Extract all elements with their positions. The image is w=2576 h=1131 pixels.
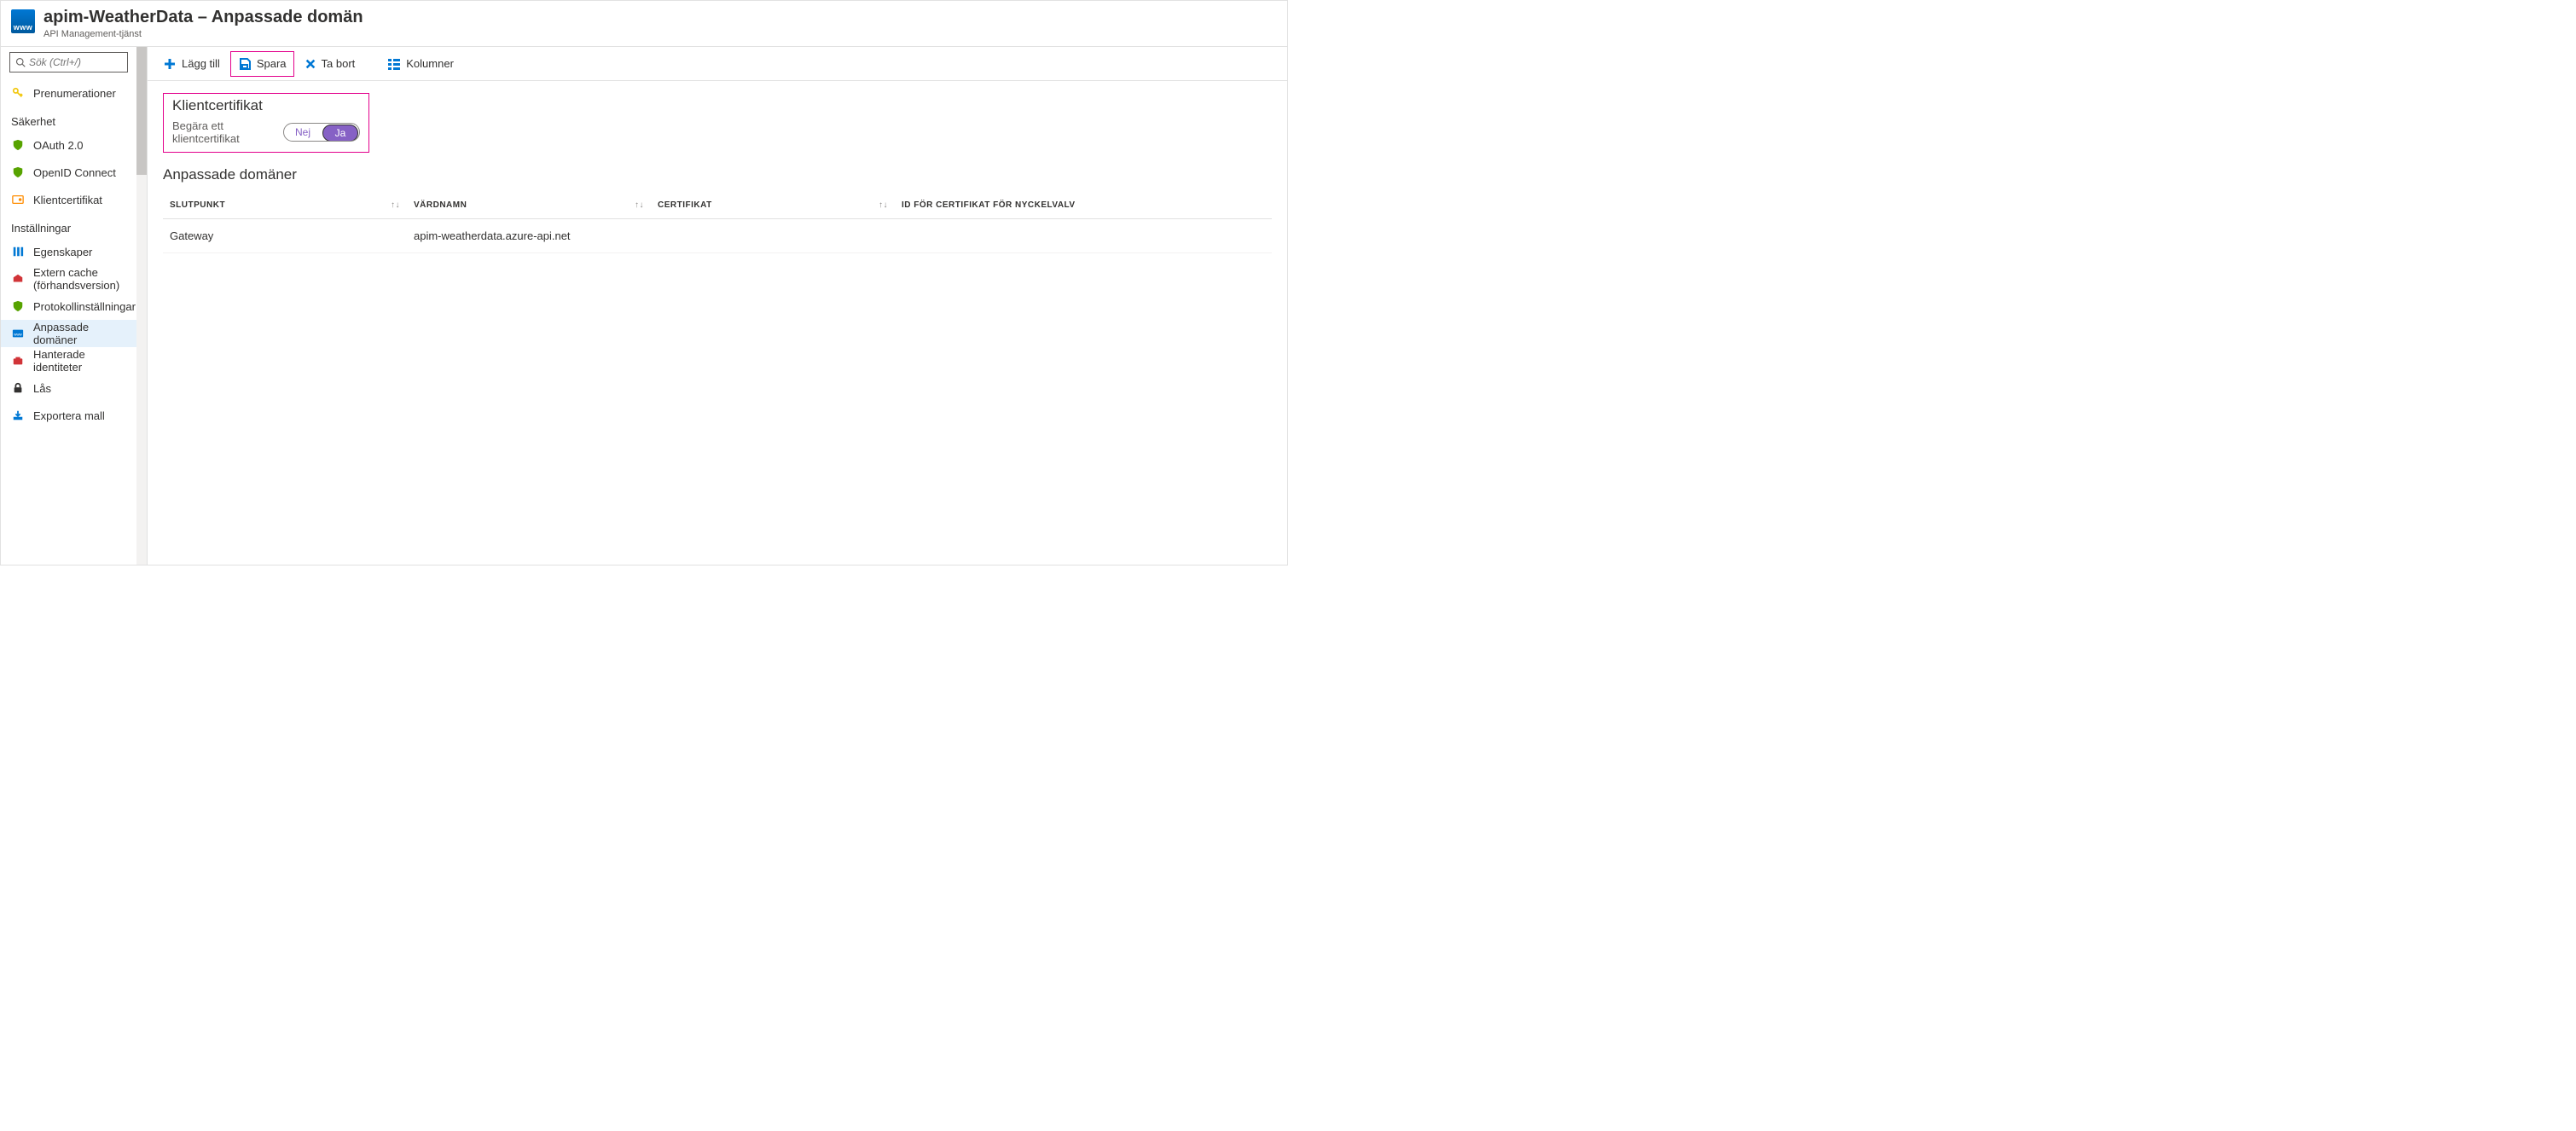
- sidebar-group-settings: Inställningar: [1, 213, 136, 238]
- delete-icon: [305, 58, 316, 70]
- client-cert-toggle[interactable]: Nej Ja: [283, 123, 360, 142]
- columns-button[interactable]: Kolumner: [380, 51, 461, 77]
- sidebar-item-label: Protokollinställningar: [33, 300, 136, 313]
- sidebar-item-locks[interactable]: Lås: [1, 374, 136, 402]
- sidebar-scrollbar[interactable]: [136, 47, 147, 565]
- shield-icon: [11, 299, 25, 313]
- sidebar-item-managed-identities[interactable]: Hanterade identiteter: [1, 347, 136, 374]
- cell-endpoint: Gateway: [163, 219, 407, 253]
- toolbar: Lägg till Spara Ta bort Kolumner: [148, 47, 1287, 81]
- client-cert-title: Klientcertifikat: [172, 97, 360, 114]
- sidebar-item-oauth[interactable]: OAuth 2.0: [1, 131, 136, 159]
- sidebar-item-client-certs[interactable]: Klientcertifikat: [1, 186, 136, 213]
- toggle-option-yes[interactable]: Ja: [322, 125, 358, 142]
- sidebar-item-subscriptions[interactable]: Prenumerationer: [1, 79, 136, 107]
- cell-hostname: apim-weatherdata.azure-api.net: [407, 219, 651, 253]
- page-subtitle: API Management-tjänst: [44, 29, 363, 39]
- sidebar-item-label: Anpassade domäner: [33, 321, 126, 346]
- sidebar-item-external-cache[interactable]: Extern cache (förhandsversion): [1, 265, 136, 293]
- sidebar: « Prenumerationer Säkerhet OAuth 2.0: [1, 47, 136, 565]
- delete-button[interactable]: Ta bort: [298, 51, 363, 77]
- custom-domains-table: SLUTPUNKT↑↓ VÄRDNAMN↑↓ CERTIFIKAT↑↓ ID F…: [163, 192, 1272, 253]
- cell-kv-cert-id: [895, 219, 1272, 253]
- shield-icon: [11, 138, 25, 152]
- client-cert-label: Begära ett klientcertifikat: [172, 119, 283, 145]
- www-icon: www: [11, 327, 25, 340]
- sidebar-item-protocol-settings[interactable]: Protokollinställningar: [1, 293, 136, 320]
- sidebar-item-label: Egenskaper: [33, 246, 92, 258]
- sidebar-item-label: Prenumerationer: [33, 87, 116, 100]
- columns-icon: [387, 58, 401, 70]
- certificate-icon: [11, 193, 25, 206]
- sidebar-item-label: Klientcertifikat: [33, 194, 102, 206]
- key-icon: [11, 86, 25, 100]
- properties-icon: [11, 245, 25, 258]
- column-header-kv-cert-id[interactable]: ID FÖR CERTIFIKAT FÖR NYCKELVALV: [895, 192, 1272, 219]
- sidebar-search-input[interactable]: [29, 56, 122, 68]
- sidebar-item-properties[interactable]: Egenskaper: [1, 238, 136, 265]
- identity-icon: [11, 354, 25, 368]
- cell-certificate: [651, 219, 895, 253]
- sidebar-item-custom-domains[interactable]: www Anpassade domäner: [1, 320, 136, 347]
- search-icon: [15, 57, 26, 67]
- sidebar-item-label: Lås: [33, 382, 51, 395]
- page-header: www apim-WeatherData – Anpassade domän A…: [1, 1, 1287, 47]
- sidebar-item-label: OAuth 2.0: [33, 139, 84, 152]
- lock-icon: [11, 381, 25, 395]
- column-header-hostname[interactable]: VÄRDNAMN↑↓: [407, 192, 651, 219]
- save-icon: [238, 57, 252, 71]
- sort-icon: ↑↓: [391, 200, 400, 210]
- plus-icon: [163, 57, 177, 71]
- shield-icon: [11, 165, 25, 179]
- save-button[interactable]: Spara: [230, 51, 294, 77]
- sort-icon: ↑↓: [879, 200, 888, 210]
- column-header-certificate[interactable]: CERTIFIKAT↑↓: [651, 192, 895, 219]
- toggle-option-no[interactable]: Nej: [284, 124, 322, 141]
- page-title: apim-WeatherData – Anpassade domän: [44, 8, 363, 27]
- resource-icon: www: [11, 9, 35, 33]
- table-row[interactable]: Gateway apim-weatherdata.azure-api.net: [163, 219, 1272, 253]
- sidebar-item-label: Extern cache (förhandsversion): [33, 266, 126, 292]
- sort-icon: ↑↓: [635, 200, 644, 210]
- sidebar-item-label: Hanterade identiteter: [33, 348, 126, 374]
- cache-icon: [11, 272, 25, 286]
- export-icon: [11, 409, 25, 422]
- add-button[interactable]: Lägg till: [156, 51, 227, 77]
- sidebar-item-export-template[interactable]: Exportera mall: [1, 402, 136, 429]
- client-certificate-section: Klientcertifikat Begära ett klientcertif…: [163, 93, 369, 153]
- sidebar-item-openid[interactable]: OpenID Connect: [1, 159, 136, 186]
- custom-domains-title: Anpassade domäner: [163, 166, 1272, 183]
- sidebar-item-label: OpenID Connect: [33, 166, 116, 179]
- sidebar-group-security: Säkerhet: [1, 107, 136, 131]
- svg-text:www: www: [14, 333, 22, 337]
- sidebar-item-label: Exportera mall: [33, 409, 105, 422]
- column-header-endpoint[interactable]: SLUTPUNKT↑↓: [163, 192, 407, 219]
- sidebar-search[interactable]: [9, 52, 128, 72]
